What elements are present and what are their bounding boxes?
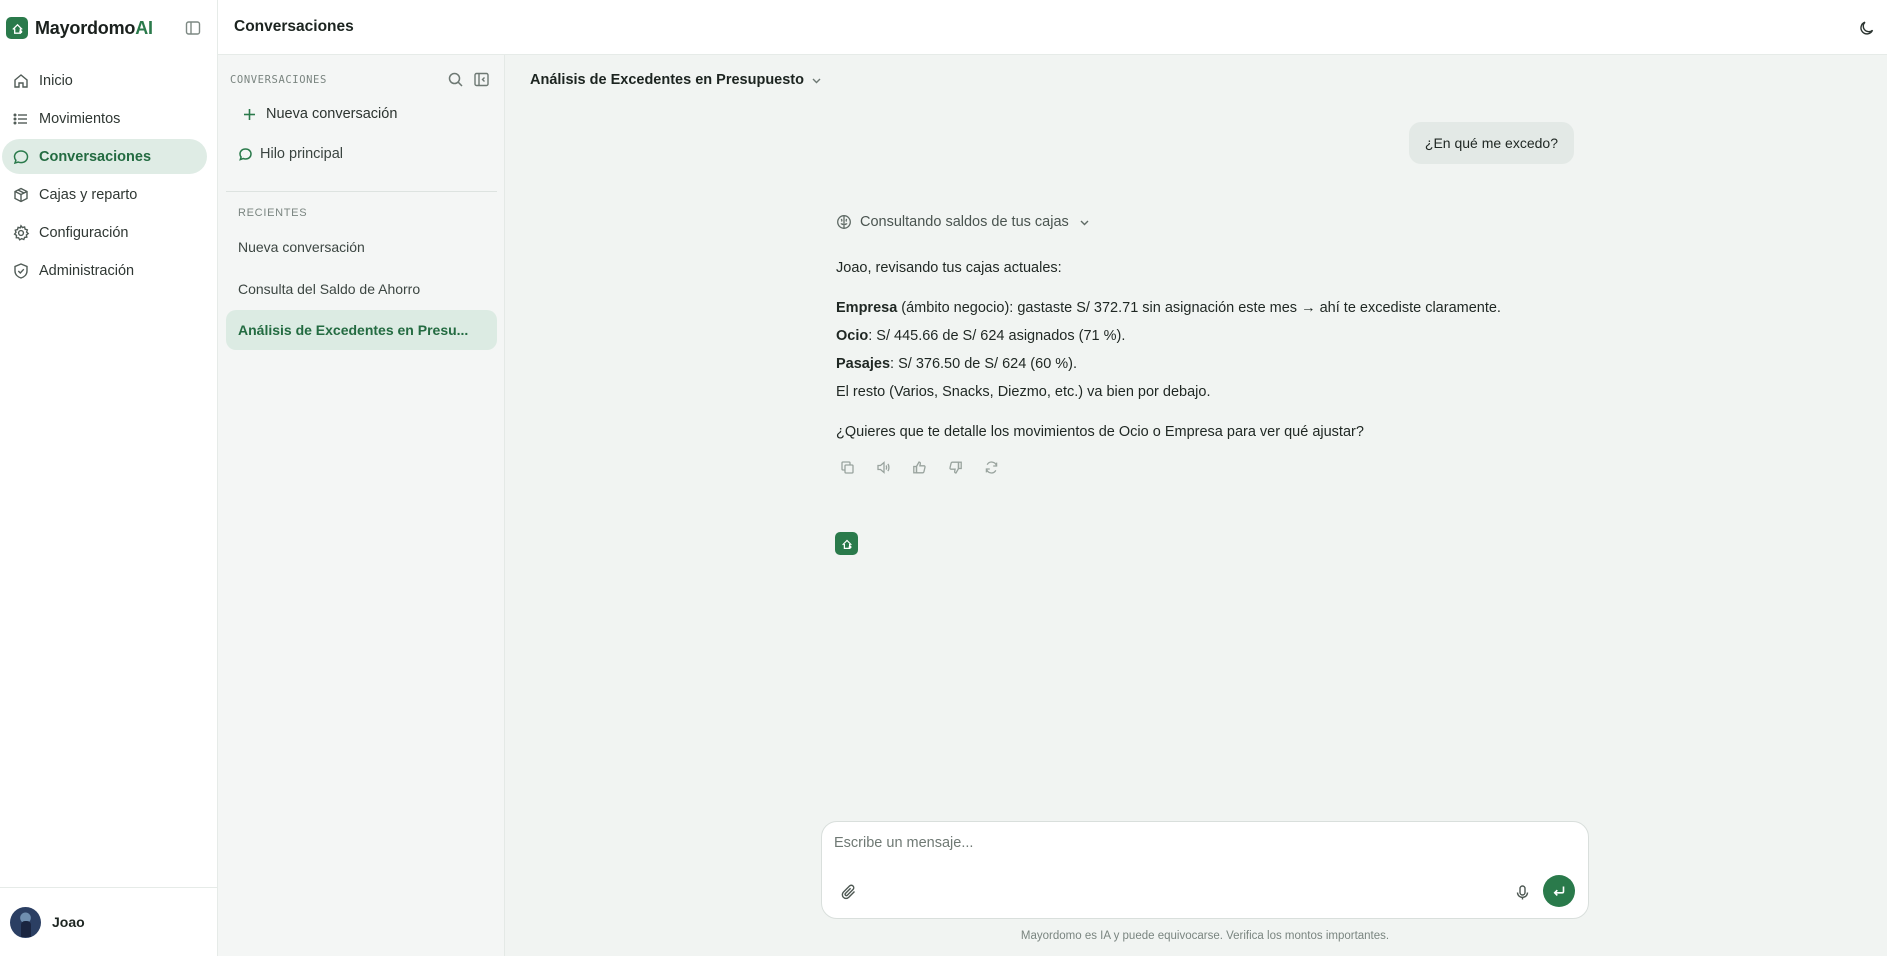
recent-conversation-item[interactable]: Nueva conversación (226, 227, 497, 267)
recent-conversation-item[interactable]: Consulta del Saldo de Ahorro (226, 269, 497, 309)
box-icon (12, 186, 30, 204)
copy-icon[interactable] (836, 456, 872, 478)
sidebar-item-label: Configuración (39, 224, 129, 241)
sidebar-item-label: Cajas y reparto (39, 186, 138, 203)
thumbs-up-icon[interactable] (908, 456, 944, 478)
home-icon (12, 72, 30, 90)
sidebar-item-movimientos[interactable]: Movimientos (2, 101, 207, 136)
chat-bubble-icon (12, 148, 30, 166)
list-icon (12, 110, 30, 128)
answer-line-empresa: Empresa (ámbito negocio): gastaste S/ 37… (836, 300, 1501, 316)
new-conversation-label: Nueva conversación (266, 106, 398, 122)
sidebar-item-label: Movimientos (39, 110, 121, 127)
search-icon[interactable] (447, 71, 464, 88)
top-header: Conversaciones (218, 0, 1887, 55)
main-nav: Inicio Movimientos Conversaciones Cajas … (0, 63, 218, 291)
new-conversation-button[interactable]: Nueva conversación (242, 106, 397, 122)
conversation-title: Análisis de Excedentes en Presupuesto (530, 72, 804, 88)
sidebar-item-configuracion[interactable]: Configuración (2, 215, 207, 250)
divider (226, 191, 497, 192)
message-composer (821, 821, 1589, 919)
conversations-heading: CONVERSACIONES (230, 74, 327, 86)
user-name: Joao (52, 914, 85, 930)
recent-heading: RECIENTES (238, 207, 308, 219)
disclaimer: Mayordomo es IA y puede equivocarse. Ver… (1020, 930, 1390, 942)
send-button[interactable] (1543, 875, 1575, 907)
sidebar-item-cajas[interactable]: Cajas y reparto (2, 177, 207, 212)
sidebar-toggle-icon[interactable] (184, 19, 202, 37)
paperclip-icon[interactable] (840, 883, 858, 901)
plus-icon (242, 107, 257, 122)
microphone-icon[interactable] (1514, 884, 1531, 901)
enter-icon (1553, 886, 1565, 896)
sidebar-item-conversaciones[interactable]: Conversaciones (2, 139, 207, 174)
avatar (10, 906, 41, 938)
conversation-title-dropdown[interactable]: Análisis de Excedentes en Presupuesto (530, 72, 823, 88)
tool-status-toggle[interactable]: Consultando saldos de tus cajas (836, 214, 1091, 230)
chevron-down-icon (810, 74, 823, 87)
speaker-icon[interactable] (872, 456, 908, 478)
sidebar-item-label: Administración (39, 262, 135, 279)
sidebar-item-label: Inicio (39, 72, 73, 89)
user-menu[interactable]: Joao (0, 887, 217, 956)
message-input[interactable] (834, 835, 1574, 859)
moon-icon[interactable] (1858, 19, 1876, 37)
brand[interactable]: MayordomoAI (6, 16, 153, 40)
page-title: Conversaciones (234, 18, 354, 35)
tool-status-label: Consultando saldos de tus cajas (860, 214, 1069, 230)
chat-bubble-icon (238, 147, 253, 162)
app-logo-icon (6, 17, 28, 39)
brand-name: MayordomoAI (35, 17, 153, 38)
answer-question: ¿Quieres que te detalle los movimientos … (836, 424, 1364, 440)
gear-icon (12, 223, 30, 242)
answer-line-rest: El resto (Varios, Snacks, Diezmo, etc.) … (836, 384, 1211, 400)
answer-line-ocio: Ocio: S/ 445.66 de S/ 624 asignados (71 … (836, 328, 1126, 344)
main-thread-label: Hilo principal (260, 146, 344, 162)
answer-line-pasajes: Pasajes: S/ 376.50 de S/ 624 (60 %). (836, 356, 1078, 372)
assistant-message: Joao, revisando tus cajas actuales: Empr… (836, 254, 1616, 446)
brain-icon (836, 214, 852, 230)
thumbs-down-icon[interactable] (944, 456, 980, 478)
recent-conversation-item-active[interactable]: Análisis de Excedentes en Presu... (226, 310, 497, 350)
answer-intro: Joao, revisando tus cajas actuales: (836, 260, 1062, 276)
sidebar-item-administracion[interactable]: Administración (2, 253, 207, 288)
sidebar-item-inicio[interactable]: Inicio (2, 63, 207, 98)
shield-check-icon (12, 262, 30, 280)
message-actions (836, 456, 1016, 478)
regenerate-icon[interactable] (980, 456, 1016, 478)
chevron-down-icon (1078, 216, 1091, 229)
collapse-panel-icon[interactable] (473, 71, 490, 88)
main-thread-item[interactable]: Hilo principal (238, 146, 343, 162)
assistant-avatar-icon (835, 532, 858, 555)
chat-area: Análisis de Excedentes en Presupuesto ¿E… (505, 55, 1887, 956)
user-message-bubble: ¿En qué me excedo? (1408, 122, 1574, 164)
sidebar-item-label: Conversaciones (39, 148, 152, 165)
conversations-panel: CONVERSACIONES Nueva conversación Hilo p… (218, 55, 505, 956)
app-sidebar: MayordomoAI Inicio Movimientos Conversac… (0, 0, 218, 956)
